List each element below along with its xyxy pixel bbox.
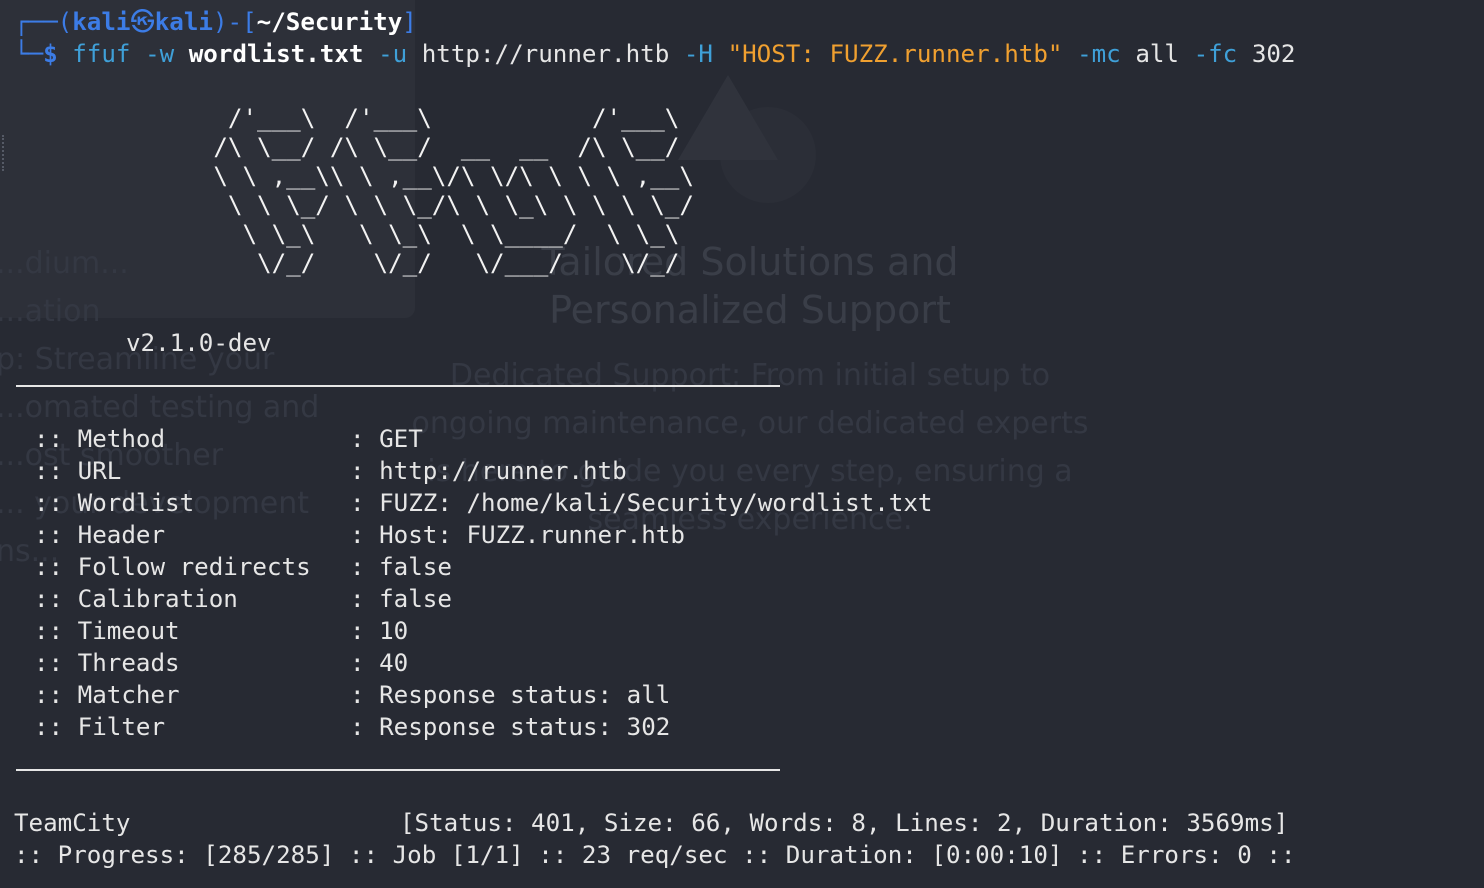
config-row: :: Method : GET bbox=[34, 423, 423, 455]
config-key: :: Threads bbox=[34, 649, 180, 677]
result-row: TeamCity [Status: 401, Size: 66, Words: 8… bbox=[14, 807, 1288, 839]
prompt-cwd: ~/Security bbox=[256, 8, 403, 36]
config-key: :: Calibration bbox=[34, 585, 238, 613]
config-key: :: Wordlist bbox=[34, 489, 195, 517]
prompt-bracket-close: ] bbox=[402, 8, 417, 36]
config-value: : Host: FUZZ.runner.htb bbox=[350, 521, 685, 549]
command-url: http://runner.htb bbox=[421, 40, 670, 68]
command-flag-fc: -fc bbox=[1193, 40, 1238, 68]
prompt-line: ┌──(kali㉿kali)-[~/Security] bbox=[14, 6, 417, 38]
prompt-corner-bottom: └─ bbox=[14, 40, 44, 68]
config-row: :: Wordlist : FUZZ: /home/kali/Security/w… bbox=[34, 487, 932, 519]
config-key: :: Method bbox=[34, 425, 166, 453]
prompt-dollar: $ bbox=[43, 40, 58, 68]
config-row: :: Follow redirects : false bbox=[34, 551, 452, 583]
config-key: :: Filter bbox=[34, 713, 166, 741]
prompt-bracket-open: )-[ bbox=[212, 8, 257, 36]
config-row: :: Calibration : false bbox=[34, 583, 452, 615]
command-fc-value: 302 bbox=[1251, 40, 1296, 68]
config-value: : GET bbox=[350, 425, 423, 453]
config-value: : 40 bbox=[350, 649, 409, 677]
config-row: :: Timeout : 10 bbox=[34, 615, 408, 647]
config-value: : Response status: 302 bbox=[350, 713, 671, 741]
config-value: : Response status: all bbox=[350, 681, 671, 709]
config-row: :: Matcher : Response status: all bbox=[34, 679, 670, 711]
config-row: :: Threads : 40 bbox=[34, 647, 408, 679]
command-wordlist: wordlist.txt bbox=[188, 40, 364, 68]
result-word: TeamCity bbox=[14, 809, 131, 837]
config-value: : false bbox=[350, 553, 452, 581]
config-value: : false bbox=[350, 585, 452, 613]
command-flag-h: -H bbox=[683, 40, 713, 68]
config-row: :: Filter : Response status: 302 bbox=[34, 711, 670, 743]
prompt-at-icon: ㉿ bbox=[130, 8, 155, 36]
version-label: v2.1.0-dev bbox=[126, 329, 272, 357]
config-key: :: Follow redirects bbox=[34, 553, 311, 581]
divider-bottom bbox=[16, 769, 780, 771]
config-value: : http://runner.htb bbox=[350, 457, 627, 485]
command-flag-w: -w bbox=[145, 40, 175, 68]
command-flag-mc: -mc bbox=[1077, 40, 1121, 68]
config-key: :: Timeout bbox=[34, 617, 180, 645]
command-header: "HOST: FUZZ.runner.htb" bbox=[727, 40, 1063, 68]
prompt-user: kali bbox=[72, 8, 131, 36]
config-value: : FUZZ: /home/kali/Security/wordlist.txt bbox=[350, 489, 933, 517]
config-key: :: Matcher bbox=[34, 681, 180, 709]
config-row: :: Header : Host: FUZZ.runner.htb bbox=[34, 519, 685, 551]
prompt-corner-top: ┌──( bbox=[14, 8, 73, 36]
config-value: : 10 bbox=[350, 617, 409, 645]
config-row: :: URL : http://runner.htb bbox=[34, 455, 627, 487]
command-mc-value: all bbox=[1135, 40, 1179, 68]
divider-top bbox=[16, 385, 780, 387]
command-line: └─$ ffuf -w wordlist.txt -u http://runne… bbox=[14, 38, 1296, 70]
ffuf-ascii-banner: /'___\ /'___\ /'___\ /\ \__/ /\ \__/ __ … bbox=[213, 104, 694, 277]
result-details: [Status: 401, Size: 66, Words: 8, Lines:… bbox=[400, 809, 1289, 837]
config-key: :: URL bbox=[34, 457, 122, 485]
command-flag-u: -u bbox=[378, 40, 408, 68]
prompt-host: kali bbox=[154, 8, 213, 36]
progress-line: :: Progress: [285/285] :: Job [1/1] :: 2… bbox=[14, 841, 1296, 869]
config-key: :: Header bbox=[34, 521, 166, 549]
terminal-output[interactable]: ┌──(kali㉿kali)-[~/Security] └─$ ffuf -w … bbox=[0, 0, 1484, 888]
command-program: ffuf bbox=[72, 40, 131, 68]
